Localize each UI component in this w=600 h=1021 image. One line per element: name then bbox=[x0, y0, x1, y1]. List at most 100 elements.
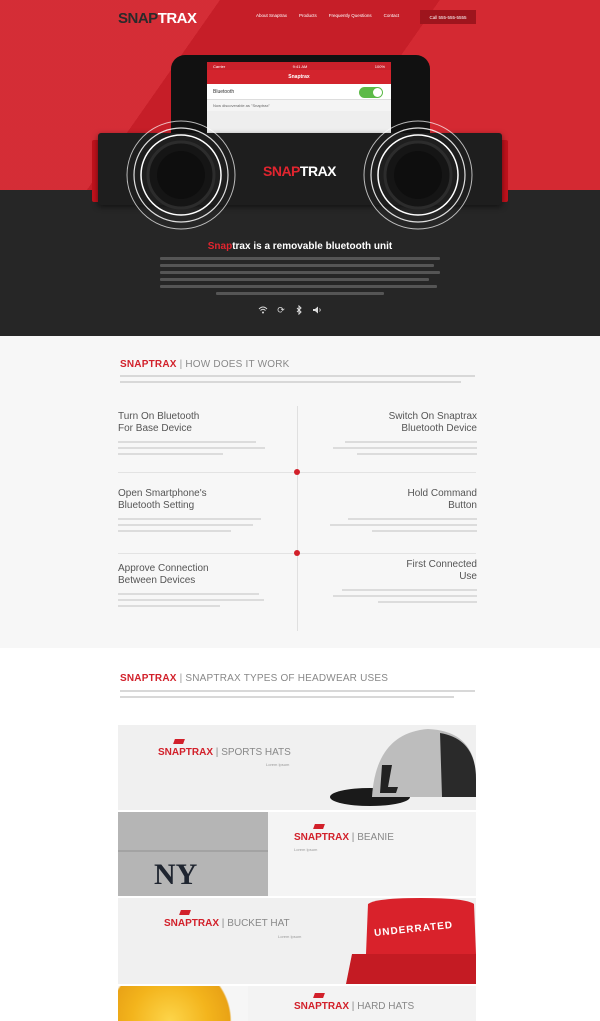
status-carrier: Carrier bbox=[213, 63, 226, 69]
hero-section: SNAPTRAX About Snaptrax Products Frequen… bbox=[0, 0, 600, 336]
card-4-separator: | bbox=[351, 1001, 355, 1012]
card-hard-hats[interactable]: SNAPTRAX | HARD HATS bbox=[118, 986, 476, 1021]
card-2-sub: Lorem Ipsum bbox=[294, 847, 318, 852]
how-intro-text bbox=[120, 375, 475, 387]
step-6-title: First Connected Use bbox=[327, 559, 477, 583]
step-5-title-line-1: Approve Connection bbox=[118, 563, 209, 574]
how-title-separator: | bbox=[179, 359, 183, 370]
card-2-label: SNAPTRAX | BEANIE bbox=[294, 832, 394, 843]
site-logo[interactable]: SNAPTRAX bbox=[118, 10, 197, 27]
nav-links: About Snaptrax Products Frequently Quest… bbox=[256, 13, 399, 18]
nav-link-products[interactable]: Products bbox=[299, 13, 317, 18]
headwear-types-section: SNAPTRAX | SNAPTRAX TYPES OF HEADWEAR US… bbox=[0, 648, 600, 1021]
call-button[interactable]: Call 555-555-5555 bbox=[420, 10, 476, 24]
card-bucket-hat[interactable]: SNAPTRAX | BUCKET HAT Lorem Ipsum UNDERR… bbox=[118, 898, 476, 984]
card-1-brand: SNAPTRAX bbox=[158, 747, 214, 758]
how-title-text: HOW DOES IT WORK bbox=[185, 359, 290, 370]
step-1-description bbox=[118, 441, 268, 455]
step-3-title: Open Smartphone's Bluetooth Setting bbox=[118, 488, 268, 512]
step-3-title-line-1: Open Smartphone's bbox=[118, 488, 207, 499]
phone-screen-title: Snaptrax bbox=[207, 70, 391, 84]
unit-logo: SNAPTRAX bbox=[263, 163, 337, 179]
card-2-name: BEANIE bbox=[357, 832, 394, 843]
step-2-title-line-2: Bluetooth Device bbox=[401, 423, 477, 434]
card-1-separator: | bbox=[215, 747, 219, 758]
step-1-title-line-1: Turn On Bluetooth bbox=[118, 411, 200, 422]
card-4-tag bbox=[313, 993, 325, 998]
logo-snap: SNAP bbox=[118, 10, 158, 27]
bluetooth-setting-row: Bluetooth bbox=[207, 84, 391, 100]
step-3: Open Smartphone's Bluetooth Setting bbox=[118, 488, 268, 536]
discoverable-note: Now discoverable as "Snaptrax" bbox=[207, 100, 391, 111]
nav-link-faq[interactable]: Frequently Questions bbox=[329, 13, 372, 18]
refresh-icon: ⟳ bbox=[277, 305, 285, 315]
step-2-title: Switch On Snaptrax Bluetooth Device bbox=[327, 411, 477, 435]
step-1-title: Turn On Bluetooth For Base Device bbox=[118, 411, 268, 435]
step-4-title-line-1: Hold Command bbox=[407, 488, 477, 499]
step-6-description bbox=[327, 589, 477, 603]
status-time: 9:41 AM bbox=[292, 63, 308, 69]
bluetooth-icon bbox=[294, 304, 304, 316]
card-2-separator: | bbox=[351, 832, 355, 843]
unit-logo-snap: SNAP bbox=[263, 163, 300, 179]
logo-trax: TRAX bbox=[157, 10, 197, 27]
card-1-tag bbox=[173, 739, 185, 744]
types-title-brand: SNAPTRAX bbox=[120, 673, 177, 684]
hero-paragraph bbox=[160, 257, 440, 299]
nav-link-about[interactable]: About Snaptrax bbox=[256, 13, 287, 18]
card-1-name: SPORTS HATS bbox=[221, 747, 291, 758]
right-speaker-icon bbox=[363, 120, 473, 230]
card-1-sub: Lorem Ipsum bbox=[266, 762, 290, 767]
bluetooth-label: Bluetooth bbox=[213, 88, 235, 95]
hero-heading-rest: trax is a removable bluetooth unit bbox=[232, 241, 393, 252]
step-1: Turn On Bluetooth For Base Device bbox=[118, 411, 268, 459]
hard-hat-image bbox=[118, 986, 248, 1021]
step-2-title-line-1: Switch On Snaptrax bbox=[388, 411, 477, 422]
types-title-separator: | bbox=[179, 673, 183, 684]
card-3-name: BUCKET HAT bbox=[227, 918, 290, 929]
left-speaker-icon bbox=[126, 120, 236, 230]
step-3-description bbox=[118, 518, 268, 532]
unit-right-edge bbox=[502, 140, 508, 202]
card-3-separator: | bbox=[221, 918, 225, 929]
nav-link-contact[interactable]: Contact bbox=[384, 13, 400, 18]
status-battery: 100% bbox=[374, 63, 385, 69]
card-4-name: HARD HATS bbox=[357, 1001, 415, 1012]
step-5-title: Approve Connection Between Devices bbox=[118, 563, 268, 587]
step-6-title-line-1: First Connected bbox=[406, 559, 477, 570]
step-4-description bbox=[327, 518, 477, 532]
how-title-brand: SNAPTRAX bbox=[120, 359, 177, 370]
how-it-works-section: SNAPTRAX | HOW DOES IT WORK Turn On Blue… bbox=[0, 336, 600, 648]
card-3-label: SNAPTRAX | BUCKET HAT bbox=[164, 918, 290, 929]
step-1-title-line-2: For Base Device bbox=[118, 423, 192, 434]
phone-status-bar: Carrier 9:41 AM 100% bbox=[207, 62, 391, 70]
card-2-tag bbox=[313, 824, 325, 829]
card-2-brand: SNAPTRAX bbox=[294, 832, 350, 843]
step-3-title-line-2: Bluetooth Setting bbox=[118, 500, 195, 511]
how-section-title: SNAPTRAX | HOW DOES IT WORK bbox=[120, 359, 290, 370]
top-nav: SNAPTRAX About Snaptrax Products Frequen… bbox=[0, 0, 600, 36]
card-3-brand: SNAPTRAX bbox=[164, 918, 220, 929]
card-1-label: SNAPTRAX | SPORTS HATS bbox=[158, 747, 291, 758]
step-4-title: Hold Command Button bbox=[327, 488, 477, 512]
step-5: Approve Connection Between Devices bbox=[118, 563, 268, 611]
hero-heading: Snaptrax is a removable bluetooth unit bbox=[0, 241, 600, 252]
volume-icon bbox=[312, 305, 322, 315]
step-5-description bbox=[118, 593, 268, 607]
unit-logo-trax: TRAX bbox=[299, 163, 337, 179]
card-4-label: SNAPTRAX | HARD HATS bbox=[294, 1001, 414, 1012]
bluetooth-toggle[interactable] bbox=[359, 87, 383, 98]
wifi-icon bbox=[258, 305, 268, 315]
timeline-dot-2 bbox=[294, 550, 300, 556]
timeline-line bbox=[297, 406, 298, 631]
step-4: Hold Command Button bbox=[327, 488, 477, 536]
step-5-title-line-2: Between Devices bbox=[118, 575, 196, 586]
step-6: First Connected Use bbox=[327, 559, 477, 607]
types-title-text: SNAPTRAX TYPES OF HEADWEAR USES bbox=[185, 673, 389, 684]
card-beanie[interactable]: NY SNAPTRAX | BEANIE Lorem Ipsum bbox=[118, 812, 476, 896]
step-6-title-line-2: Use bbox=[459, 571, 477, 582]
types-section-title: SNAPTRAX | SNAPTRAX TYPES OF HEADWEAR US… bbox=[120, 673, 388, 684]
step-2: Switch On Snaptrax Bluetooth Device bbox=[327, 411, 477, 459]
hero-feature-icons: ⟳ bbox=[258, 304, 322, 316]
card-sports-hats[interactable]: SNAPTRAX | SPORTS HATS Lorem Ipsum bbox=[118, 725, 476, 810]
